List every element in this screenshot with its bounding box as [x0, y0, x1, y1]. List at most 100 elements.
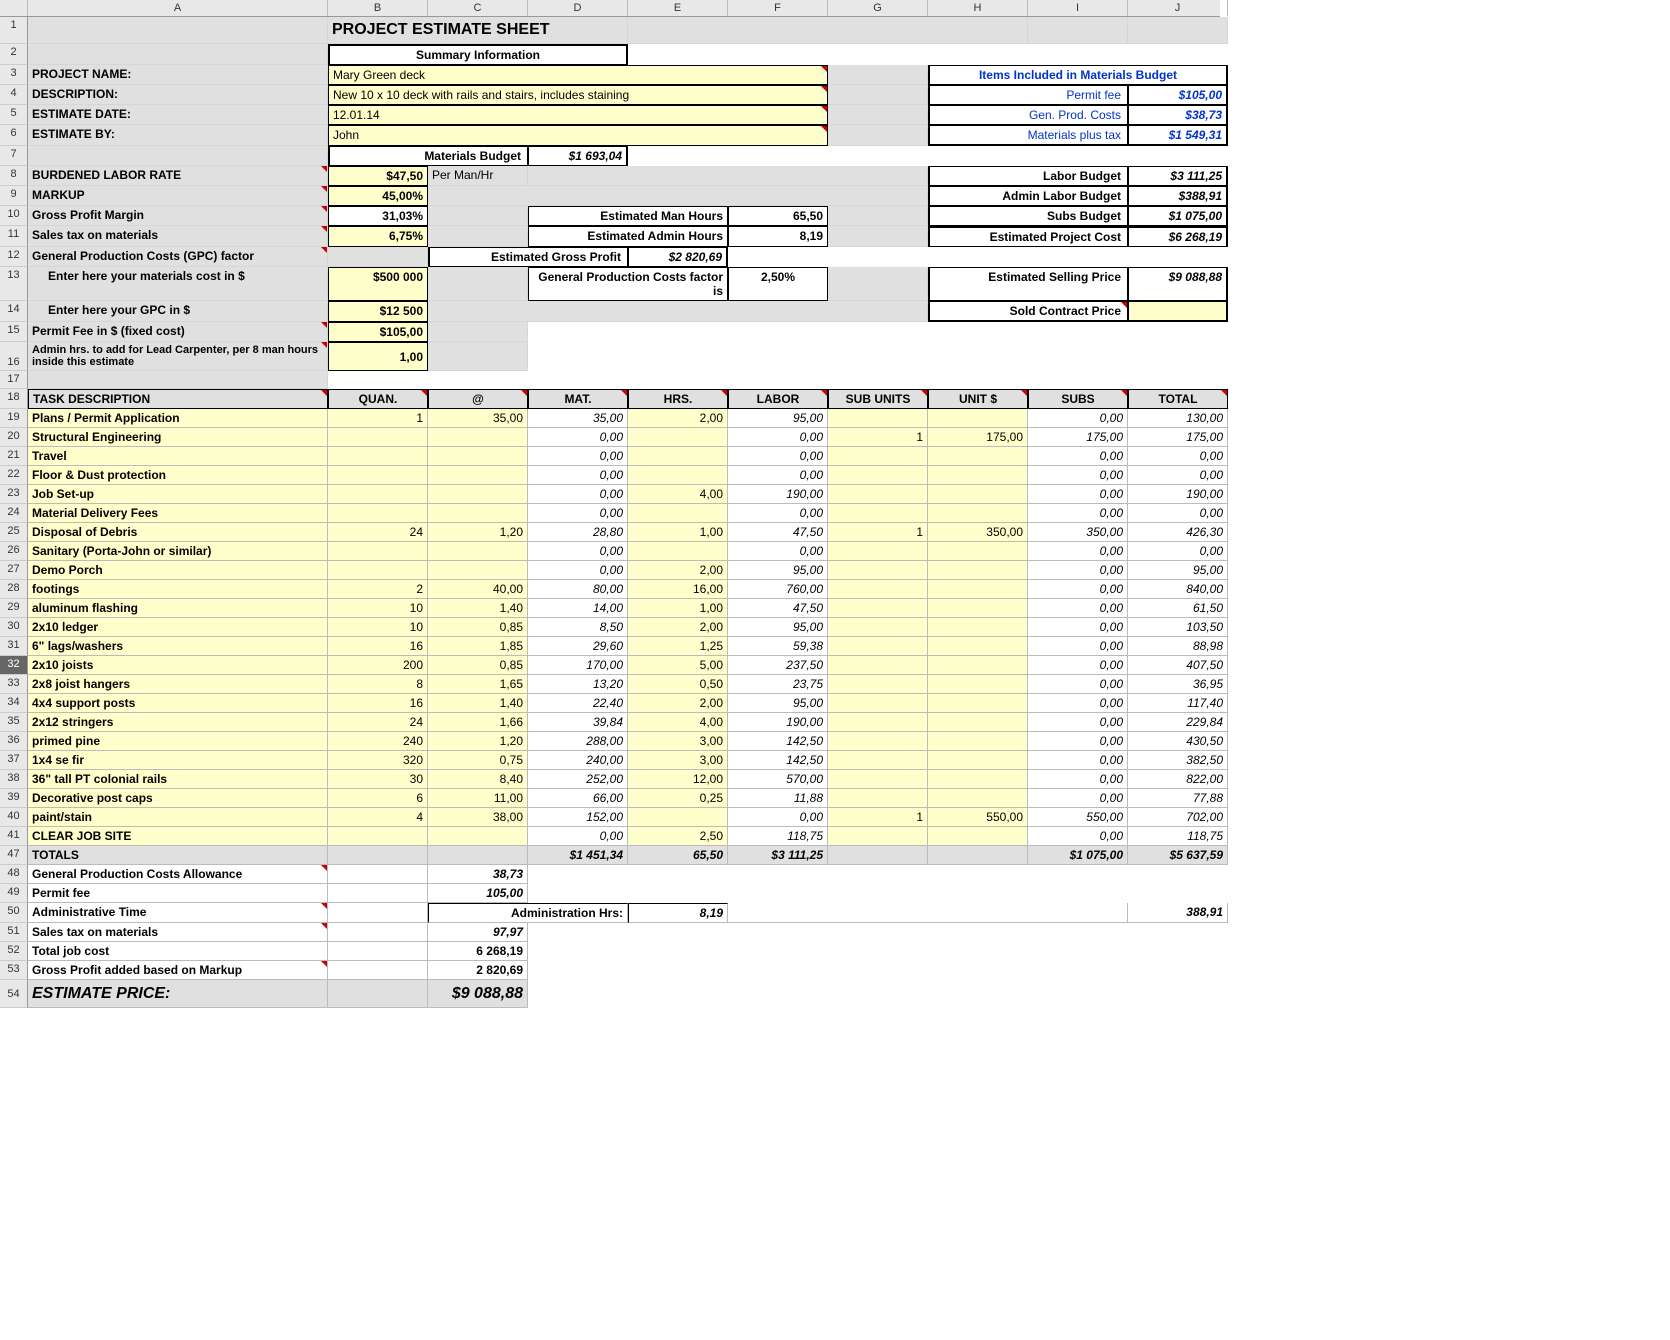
- task-description[interactable]: 36" tall PT colonial rails: [28, 770, 328, 789]
- task-quantity[interactable]: [328, 466, 428, 485]
- task-hrs[interactable]: [628, 428, 728, 447]
- row-number[interactable]: 41: [0, 827, 28, 846]
- task-hrs[interactable]: [628, 808, 728, 827]
- task-unitprice[interactable]: [928, 770, 1028, 789]
- col-header[interactable]: J: [1128, 0, 1228, 16]
- task-subunits[interactable]: [828, 504, 928, 523]
- table-header[interactable]: @: [428, 389, 528, 409]
- task-subunits[interactable]: [828, 409, 928, 428]
- task-rate[interactable]: 35,00: [428, 409, 528, 428]
- task-unitprice[interactable]: [928, 542, 1028, 561]
- task-quantity[interactable]: [328, 827, 428, 846]
- task-rate[interactable]: [428, 561, 528, 580]
- task-unitprice[interactable]: [928, 618, 1028, 637]
- task-description[interactable]: 2x8 joist hangers: [28, 675, 328, 694]
- task-description[interactable]: Demo Porch: [28, 561, 328, 580]
- col-header[interactable]: A: [28, 0, 328, 16]
- task-quantity[interactable]: 24: [328, 523, 428, 542]
- task-hrs[interactable]: 16,00: [628, 580, 728, 599]
- task-description[interactable]: primed pine: [28, 732, 328, 751]
- task-description[interactable]: aluminum flashing: [28, 599, 328, 618]
- task-quantity[interactable]: 24: [328, 713, 428, 732]
- task-quantity[interactable]: 10: [328, 599, 428, 618]
- task-subunits[interactable]: [828, 599, 928, 618]
- task-quantity[interactable]: 320: [328, 751, 428, 770]
- task-rate[interactable]: 1,65: [428, 675, 528, 694]
- task-hrs[interactable]: 4,00: [628, 485, 728, 504]
- task-quantity[interactable]: 8: [328, 675, 428, 694]
- task-subunits[interactable]: [828, 447, 928, 466]
- task-unitprice[interactable]: [928, 466, 1028, 485]
- task-hrs[interactable]: 12,00: [628, 770, 728, 789]
- col-header[interactable]: E: [628, 0, 728, 16]
- col-header[interactable]: G: [828, 0, 928, 16]
- task-rate[interactable]: 0,85: [428, 618, 528, 637]
- task-hrs[interactable]: [628, 447, 728, 466]
- task-rate[interactable]: [428, 428, 528, 447]
- task-quantity[interactable]: [328, 542, 428, 561]
- input-admin[interactable]: 1,00: [328, 342, 428, 371]
- task-unitprice[interactable]: [928, 580, 1028, 599]
- input-tax[interactable]: 6,75%: [328, 226, 428, 247]
- task-unitprice[interactable]: [928, 827, 1028, 846]
- task-rate[interactable]: 1,40: [428, 599, 528, 618]
- table-header[interactable]: LABOR: [728, 389, 828, 409]
- task-description[interactable]: Job Set-up: [28, 485, 328, 504]
- task-hrs[interactable]: [628, 504, 728, 523]
- task-rate[interactable]: 11,00: [428, 789, 528, 808]
- task-description[interactable]: Material Delivery Fees: [28, 504, 328, 523]
- task-hrs[interactable]: 0,50: [628, 675, 728, 694]
- task-rate[interactable]: [428, 466, 528, 485]
- row-number[interactable]: 30: [0, 618, 28, 637]
- input-by[interactable]: John: [328, 125, 828, 146]
- task-description[interactable]: Plans / Permit Application: [28, 409, 328, 428]
- task-hrs[interactable]: [628, 542, 728, 561]
- table-header[interactable]: QUAN.: [328, 389, 428, 409]
- task-description[interactable]: 1x4 se fir: [28, 751, 328, 770]
- task-quantity[interactable]: 4: [328, 808, 428, 827]
- row-number[interactable]: 29: [0, 599, 28, 618]
- task-hrs[interactable]: 2,50: [628, 827, 728, 846]
- task-hrs[interactable]: 1,00: [628, 599, 728, 618]
- task-rate[interactable]: [428, 504, 528, 523]
- task-quantity[interactable]: 2: [328, 580, 428, 599]
- task-unitprice[interactable]: [928, 789, 1028, 808]
- task-subunits[interactable]: [828, 637, 928, 656]
- row-number[interactable]: 33: [0, 675, 28, 694]
- task-subunits[interactable]: [828, 789, 928, 808]
- row-number[interactable]: 36: [0, 732, 28, 751]
- task-hrs[interactable]: 2,00: [628, 561, 728, 580]
- row-number[interactable]: 22: [0, 466, 28, 485]
- column-headers[interactable]: ABCDEFGHIJ: [0, 0, 1220, 17]
- col-header[interactable]: H: [928, 0, 1028, 16]
- table-header[interactable]: HRS.: [628, 389, 728, 409]
- task-hrs[interactable]: 1,00: [628, 523, 728, 542]
- task-description[interactable]: 2x10 joists: [28, 656, 328, 675]
- task-unitprice[interactable]: 175,00: [928, 428, 1028, 447]
- task-unitprice[interactable]: [928, 675, 1028, 694]
- task-description[interactable]: paint/stain: [28, 808, 328, 827]
- task-subunits[interactable]: [828, 770, 928, 789]
- table-header[interactable]: MAT.: [528, 389, 628, 409]
- task-subunits[interactable]: [828, 561, 928, 580]
- input-gpc-mat[interactable]: $500 000: [328, 267, 428, 301]
- task-description[interactable]: footings: [28, 580, 328, 599]
- task-subunits[interactable]: [828, 827, 928, 846]
- task-subunits[interactable]: [828, 542, 928, 561]
- task-rate[interactable]: 1,85: [428, 637, 528, 656]
- task-rate[interactable]: 38,00: [428, 808, 528, 827]
- task-hrs[interactable]: 2,00: [628, 694, 728, 713]
- input-project-name[interactable]: Mary Green deck: [328, 65, 828, 85]
- task-quantity[interactable]: [328, 561, 428, 580]
- task-quantity[interactable]: 200: [328, 656, 428, 675]
- task-quantity[interactable]: 10: [328, 618, 428, 637]
- task-rate[interactable]: 8,40: [428, 770, 528, 789]
- input-permit[interactable]: $105,00: [328, 322, 428, 342]
- task-hrs[interactable]: 5,00: [628, 656, 728, 675]
- task-unitprice[interactable]: [928, 656, 1028, 675]
- input-contract-price[interactable]: [1128, 301, 1228, 322]
- col-header[interactable]: I: [1028, 0, 1128, 16]
- task-rate[interactable]: [428, 542, 528, 561]
- input-description[interactable]: New 10 x 10 deck with rails and stairs, …: [328, 85, 828, 105]
- task-subunits[interactable]: [828, 751, 928, 770]
